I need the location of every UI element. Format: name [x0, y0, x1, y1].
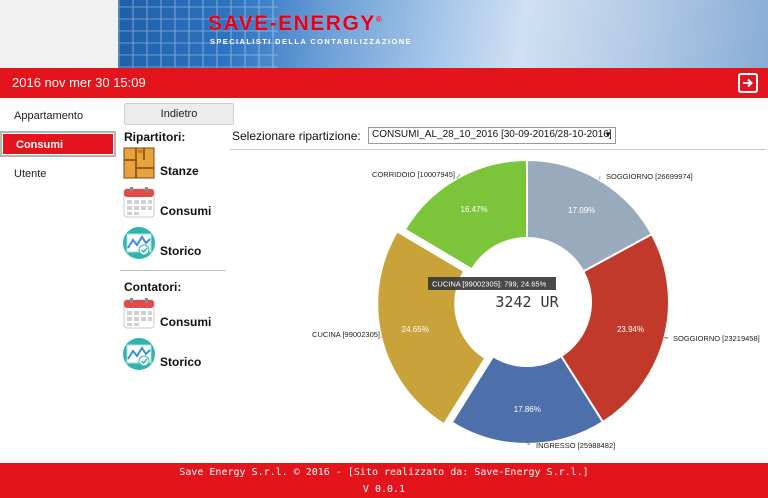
calendar-icon — [123, 298, 155, 329]
section-divider — [120, 270, 226, 271]
contatori-consumi-label: Consumi — [160, 315, 212, 329]
selection-label: Selezionare ripartizione: — [232, 129, 361, 143]
footer-version: V 0.0.1 — [362, 484, 406, 495]
banner-left-panel — [0, 0, 118, 68]
slice-name-label: CUCINA [99002305] — [312, 330, 380, 339]
ripartitori-stanze[interactable]: Stanze — [122, 146, 222, 182]
app-window: SAVE-ENERGY® SPECIALISTI DELLA CONTABILI… — [0, 0, 768, 498]
contatori-storico[interactable]: Storico — [122, 337, 222, 373]
ripartitori-storico[interactable]: Storico — [122, 226, 222, 262]
footer-copyright: Save Energy S.r.l. © 2016 - [Sito realiz… — [179, 467, 589, 478]
ripartitori-consumi-label: Consumi — [160, 204, 212, 218]
chart-tooltip: CUCINA [99002305]: 799, 24.65% — [428, 277, 556, 290]
ripartitori-consumi[interactable]: Consumi — [122, 186, 222, 222]
brand-logo: SAVE-ENERGY® — [208, 12, 384, 35]
slice-name-label: INGRESSO [25988482] — [536, 441, 615, 450]
datetime-display: 2016 nov mer 30 15:09 — [12, 75, 146, 90]
chart-history-icon — [123, 227, 155, 259]
ripartitori-title: Ripartitori: — [124, 130, 186, 144]
nav-item-label: Utente — [14, 168, 47, 180]
slice-name-label: CORRIDOIO [10007945] — [372, 170, 455, 179]
chart-center-total: 3242 UR — [495, 293, 559, 311]
nav-item-consumi[interactable]: Consumi — [0, 131, 116, 157]
slice-percent-label: 17.86% — [514, 405, 541, 414]
chart-history-icon — [123, 338, 155, 370]
dropdown-arrow-icon: ▼ — [604, 130, 612, 139]
slice-percent-label: 17.09% — [568, 206, 595, 215]
slice-percent-label: 23.94% — [617, 325, 644, 334]
contatori-consumi[interactable]: Consumi — [122, 297, 222, 333]
ripartizione-select-value: CONSUMI_AL_28_10_2016 [30-09-2016/28-10-… — [372, 129, 612, 140]
slice-percent-label: 16.47% — [461, 205, 488, 214]
nav-item-appartamento[interactable]: Appartamento — [0, 104, 116, 130]
back-button[interactable]: Indietro — [124, 103, 234, 125]
chart-tooltip-text: CUCINA [99002305]: 799, 24.65% — [432, 280, 547, 289]
brand-tagline: SPECIALISTI DELLA CONTABILIZZAZIONE — [210, 37, 412, 46]
slice-name-label: SOGGIORNO [26699974] — [606, 172, 693, 181]
ripartizione-select[interactable]: CONSUMI_AL_28_10_2016 [30-09-2016/28-10-… — [368, 127, 616, 144]
logout-button[interactable] — [738, 73, 758, 93]
calendar-icon — [123, 187, 155, 218]
footer-bar: Save Energy S.r.l. © 2016 - [Sito realiz… — [0, 463, 768, 498]
logout-icon — [743, 78, 753, 88]
slice-percent-label: 24.65% — [402, 325, 429, 334]
floorplan-icon — [123, 147, 155, 179]
banner: SAVE-ENERGY® SPECIALISTI DELLA CONTABILI… — [0, 0, 768, 68]
consumption-donut-chart: SOGGIORNO [26699974] SOGGIORNO [23219458]… — [312, 158, 760, 450]
nav-item-label: Appartamento — [14, 110, 84, 122]
slice-name-label: SOGGIORNO [23219458] — [673, 334, 760, 343]
contatori-title: Contatori: — [124, 280, 182, 294]
header-bar: 2016 nov mer 30 15:09 — [0, 68, 768, 98]
ripartitori-stanze-label: Stanze — [160, 164, 199, 178]
nav-item-utente[interactable]: Utente — [0, 162, 116, 188]
contatori-storico-label: Storico — [160, 355, 202, 369]
nav-item-label: Consumi — [16, 139, 64, 151]
ripartitori-storico-label: Storico — [160, 244, 202, 258]
